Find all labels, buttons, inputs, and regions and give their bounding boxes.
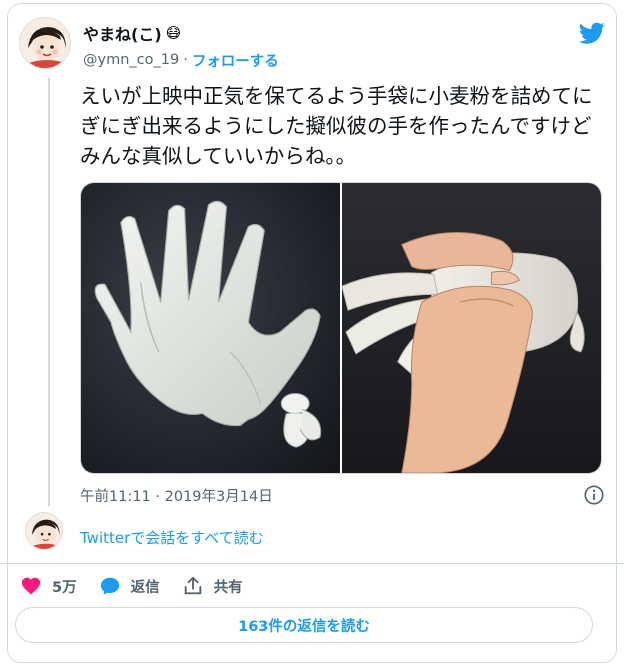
avatar[interactable] [19, 17, 71, 69]
tweet-actions: 5万 返信 共有 [20, 573, 243, 599]
read-replies-button[interactable]: 163件の返信を読む [15, 607, 593, 643]
speech-bubble-icon [100, 577, 119, 595]
photo-holding-glove[interactable] [342, 183, 601, 473]
reply-button[interactable]: 返信 [99, 575, 160, 597]
like-count: 5万 [52, 579, 77, 596]
twitter-bird-icon[interactable] [578, 20, 605, 46]
reply-label: 返信 [130, 579, 160, 596]
divider [1, 563, 624, 564]
like-button[interactable]: 5万 [20, 575, 77, 597]
thread-avatar[interactable] [25, 512, 63, 550]
display-name[interactable]: やまね(こ) [83, 21, 162, 45]
info-icon[interactable] [583, 484, 605, 506]
thread-line [48, 78, 50, 506]
read-conversation-link[interactable]: Twitterで会話をすべて読む [80, 527, 264, 548]
share-button[interactable]: 共有 [182, 575, 243, 597]
mask-emoji-icon: 😷 [165, 23, 182, 42]
share-label: 共有 [213, 579, 243, 596]
tweet-media[interactable] [80, 182, 602, 474]
separator: · [183, 52, 188, 68]
heart-icon [21, 577, 41, 595]
follow-button[interactable]: フォローする [192, 50, 279, 71]
tweet-text: えいが上映中正気を保てるよう手袋に小麦粉を詰めてにぎにぎ出来るようにした擬似彼の… [80, 84, 593, 168]
tweet-timestamp[interactable]: 午前11:11 · 2019年3月14日 [80, 485, 273, 506]
share-icon [184, 576, 201, 595]
photo-glove[interactable] [81, 183, 340, 473]
handle-row: @ymn_co_19 · フォローする [83, 50, 279, 70]
user-handle[interactable]: @ymn_co_19 [83, 52, 179, 68]
user-name-row[interactable]: やまね(こ) 😷 [83, 22, 181, 44]
